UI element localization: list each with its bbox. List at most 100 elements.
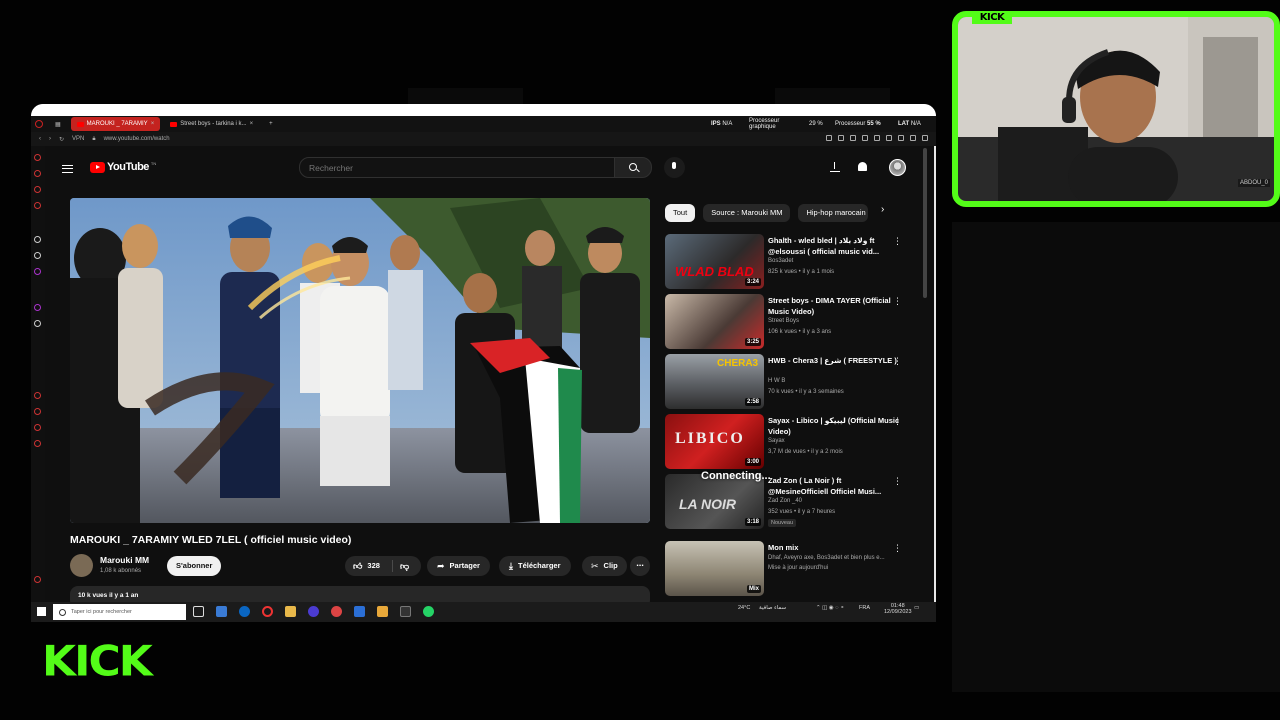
youtube-logo[interactable]: YouTube TN: [90, 161, 156, 173]
whatsapp-icon[interactable]: [34, 186, 41, 193]
recommendation-channel[interactable]: Dhaf, Aveyro axe, Bos3adet et bien plus …: [768, 555, 885, 561]
scrollbar[interactable]: [923, 148, 927, 298]
calculator-icon[interactable]: [216, 606, 227, 617]
app-icon[interactable]: [308, 606, 319, 617]
more-icon[interactable]: [34, 576, 41, 583]
recommendation-title[interactable]: Sayax - Libico | ليبيكو (Official Music …: [768, 415, 903, 437]
subscribe-button[interactable]: S'abonner: [167, 556, 222, 576]
zoom-icon[interactable]: [826, 135, 832, 141]
tab-marouki[interactable]: MAROUKI _ 7ARAMIY ×: [70, 117, 161, 131]
menu-icon[interactable]: [922, 135, 928, 141]
recommendation-title[interactable]: Mon mix: [768, 542, 903, 553]
recommendation-title[interactable]: Street boys - DIMA TAYER (Official Music…: [768, 295, 903, 317]
channel-avatar[interactable]: [70, 554, 93, 577]
channel-name[interactable]: Marouki MM: [100, 555, 149, 565]
back-icon[interactable]: ‹: [39, 136, 41, 142]
search-box[interactable]: [299, 157, 615, 178]
home-icon[interactable]: [34, 154, 41, 161]
recommendation-item[interactable]: CHERA3 2:58 HWB - Chera3 | شرع ( FREESTY…: [665, 354, 925, 410]
lock-icon[interactable]: 🔒︎: [92, 136, 95, 143]
recommendation-title[interactable]: Ghalth - wled bled | ولاد بلاد ft @elsou…: [768, 235, 903, 257]
recommendation-title[interactable]: HWB - Chera3 | شرع ( FREESTYLE ): [768, 355, 903, 366]
clock-icon[interactable]: [34, 408, 41, 415]
recommendation-channel[interactable]: Sayax: [768, 438, 785, 444]
recommendation-item[interactable]: WLAD BLAD 3:24 Ghalth - wled bled | ولاد…: [665, 234, 925, 290]
tab-list-icon[interactable]: ▦: [49, 117, 67, 131]
url-text[interactable]: www.youtube.com/watch: [104, 136, 170, 142]
whatsapp-icon[interactable]: [423, 606, 434, 617]
weather-desc[interactable]: سماء صافية: [759, 605, 786, 611]
chip-hiphop[interactable]: Hip-hop marocain: [798, 204, 869, 222]
recommendation-channel[interactable]: Bos3adet: [768, 258, 793, 264]
more-vert-icon[interactable]: ⋮: [893, 236, 902, 247]
windows-start-icon[interactable]: [37, 607, 46, 616]
language-indicator[interactable]: FRA: [859, 605, 870, 611]
search-button[interactable]: [614, 157, 652, 178]
settings-icon[interactable]: [34, 440, 41, 447]
more-vert-icon[interactable]: ⋮: [893, 476, 902, 487]
weather-temp[interactable]: 24°C: [738, 605, 750, 611]
chrome-icon[interactable]: [331, 606, 342, 617]
x-icon[interactable]: [34, 320, 41, 327]
chevron-right-icon[interactable]: ›: [881, 204, 884, 215]
close-icon[interactable]: ×: [151, 121, 155, 127]
opera-logo-icon[interactable]: [35, 120, 43, 128]
app-icon[interactable]: [377, 606, 388, 617]
extensions-icon[interactable]: [898, 135, 904, 141]
new-tab-button[interactable]: +: [263, 117, 279, 131]
video-thumbnail[interactable]: LA NOIR 3:18: [665, 474, 764, 529]
bookmarks-icon[interactable]: [34, 424, 41, 431]
video-thumbnail[interactable]: Mix: [665, 541, 764, 596]
taskbar-search[interactable]: Taper ici pour rechercher: [53, 604, 186, 620]
recommendation-channel[interactable]: Zad Zon _40: [768, 498, 802, 504]
avatar[interactable]: [889, 159, 906, 176]
more-vert-icon[interactable]: ⋮: [893, 416, 902, 427]
camera-icon[interactable]: [850, 135, 856, 141]
history-icon[interactable]: [34, 392, 41, 399]
task-view-icon[interactable]: [193, 606, 204, 617]
share-button[interactable]: ➦ Partager: [427, 556, 490, 576]
bell-icon[interactable]: [858, 162, 867, 171]
recommendation-channel[interactable]: H W B: [768, 378, 785, 384]
shield-icon[interactable]: [838, 135, 844, 141]
dislike-button[interactable]: 👎︎: [393, 556, 414, 577]
edge-icon[interactable]: [239, 606, 250, 617]
chip-source[interactable]: Source : Marouki MM: [703, 204, 791, 222]
clock[interactable]: 01:48 12/09/2023: [884, 603, 912, 615]
more-vert-icon[interactable]: ⋮: [893, 356, 902, 367]
notification-icon[interactable]: ▭: [914, 605, 919, 611]
app-icon[interactable]: [354, 606, 365, 617]
voice-search-icon[interactable]: [664, 157, 685, 178]
close-icon[interactable]: ×: [250, 121, 254, 127]
video-thumbnail[interactable]: LIBICO 3:00: [665, 414, 764, 469]
bookmark-icon[interactable]: [886, 135, 892, 141]
recommendation-item[interactable]: Mix Mon mix Dhaf, Aveyro axe, Bos3adet e…: [665, 541, 925, 597]
opera-gx-icon[interactable]: [262, 606, 273, 617]
more-actions-button[interactable]: ⋯: [630, 556, 650, 576]
sidebar-app-icon[interactable]: [34, 236, 41, 243]
upload-icon[interactable]: [830, 162, 840, 172]
recommendation-item[interactable]: 3:25 Street boys - DIMA TAYER (Official …: [665, 294, 925, 350]
twitch-icon[interactable]: [34, 268, 41, 275]
play-icon[interactable]: [874, 135, 880, 141]
recommendation-item[interactable]: LA NOIR 3:18 Zad Zon ( La Noir ) ft @Mes…: [665, 474, 925, 530]
vpn-badge[interactable]: VPN: [72, 136, 84, 142]
video-thumbnail[interactable]: WLAD BLAD 3:24: [665, 234, 764, 289]
recommendation-item[interactable]: LIBICO 3:00 Sayax - Libico | ليبيكو (Off…: [665, 414, 925, 470]
chip-all[interactable]: Tout: [665, 204, 696, 222]
like-button[interactable]: 👍︎ 328: [345, 560, 393, 572]
more-vert-icon[interactable]: ⋮: [893, 296, 902, 307]
download-button[interactable]: ⤓ Télécharger: [499, 556, 571, 576]
obs-icon[interactable]: [400, 606, 411, 617]
instagram-icon[interactable]: [34, 202, 41, 209]
tab-street-boys[interactable]: Street boys - tarkina i k... ×: [164, 117, 259, 131]
video-thumbnail[interactable]: 3:25: [665, 294, 764, 349]
forward-icon[interactable]: ›: [49, 136, 51, 142]
file-explorer-icon[interactable]: [285, 606, 296, 617]
menu-icon[interactable]: [62, 165, 73, 173]
recommendation-channel[interactable]: Street Boys: [768, 318, 799, 324]
video-thumbnail[interactable]: CHERA3 2:58: [665, 354, 764, 409]
search-input[interactable]: [300, 158, 614, 178]
download-icon[interactable]: [910, 135, 916, 141]
messenger-icon[interactable]: [34, 170, 41, 177]
